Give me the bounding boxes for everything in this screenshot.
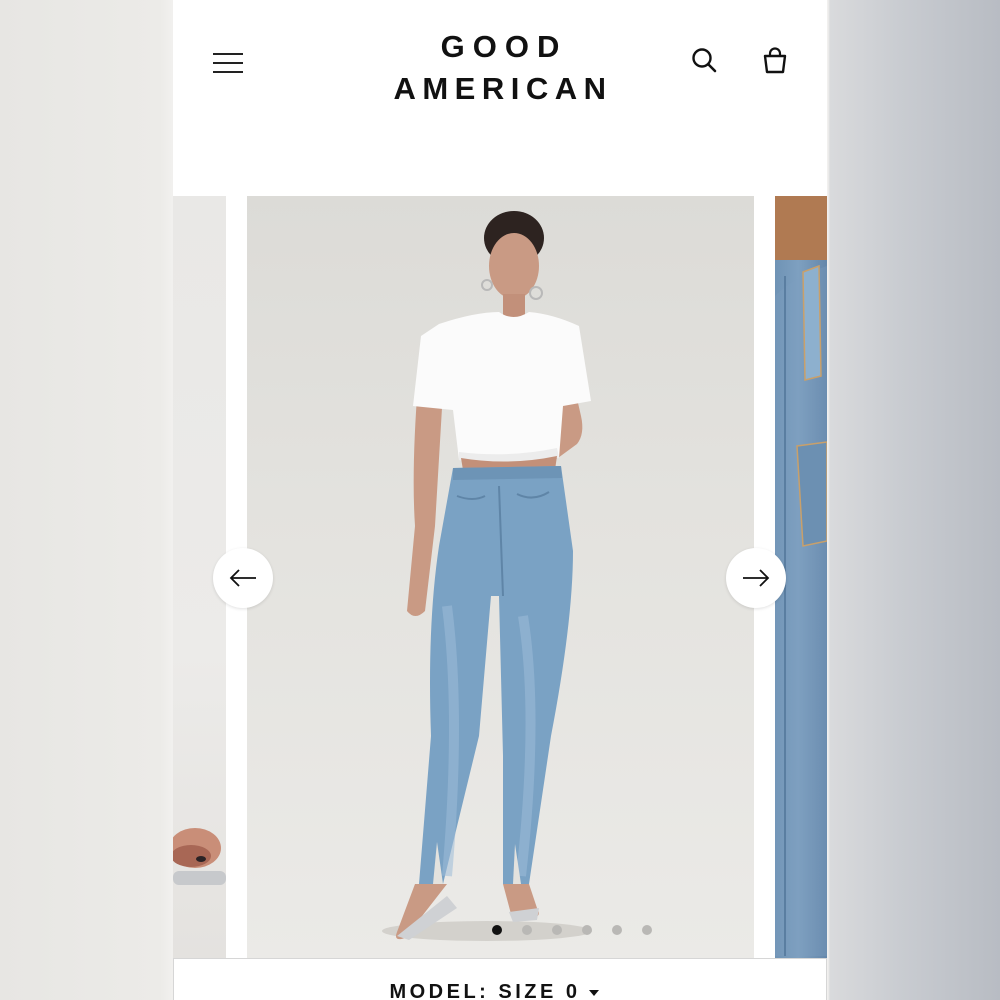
hamburger-menu-icon-line: [213, 62, 243, 64]
hamburger-menu-icon: [213, 53, 243, 55]
carousel-prev-button[interactable]: [213, 548, 273, 608]
pagination-dot-1[interactable]: [492, 925, 502, 935]
pagination-dot-5[interactable]: [612, 925, 622, 935]
brand-logo[interactable]: GOOD AMERICAN: [323, 26, 677, 110]
mobile-viewport: GOOD AMERICAN MODEL: SIZE 0: [173, 0, 827, 1000]
pagination-dot-6[interactable]: [642, 925, 652, 935]
search-icon: [692, 48, 717, 73]
model-product-image: [382, 211, 592, 941]
arrow-right-icon: [743, 569, 770, 587]
carousel-slide-current[interactable]: [247, 196, 754, 958]
logo-line-2: AMERICAN: [393, 71, 613, 106]
model-size-text: MODEL: SIZE 0: [389, 981, 581, 1000]
pagination-dot-3[interactable]: [552, 925, 562, 935]
cart-button[interactable]: [758, 44, 792, 78]
menu-button[interactable]: [211, 50, 245, 76]
logo-line-1: GOOD: [440, 29, 568, 64]
site-header: GOOD AMERICAN: [173, 0, 827, 196]
product-image-carousel[interactable]: [173, 196, 827, 958]
shopping-bag-icon: [763, 47, 787, 74]
pagination-dot-2[interactable]: [522, 925, 532, 935]
search-button[interactable]: [688, 44, 722, 78]
carousel-pagination: [492, 925, 662, 937]
hamburger-menu-icon-line: [213, 71, 243, 73]
caret-down-icon: [588, 989, 599, 996]
model-size-selector[interactable]: MODEL: SIZE 0: [173, 958, 827, 1000]
model-size-label: MODEL: SIZE 0: [174, 981, 814, 1000]
carousel-next-button[interactable]: [726, 548, 786, 608]
arrow-left-icon: [229, 569, 256, 587]
pagination-dot-4[interactable]: [582, 925, 592, 935]
